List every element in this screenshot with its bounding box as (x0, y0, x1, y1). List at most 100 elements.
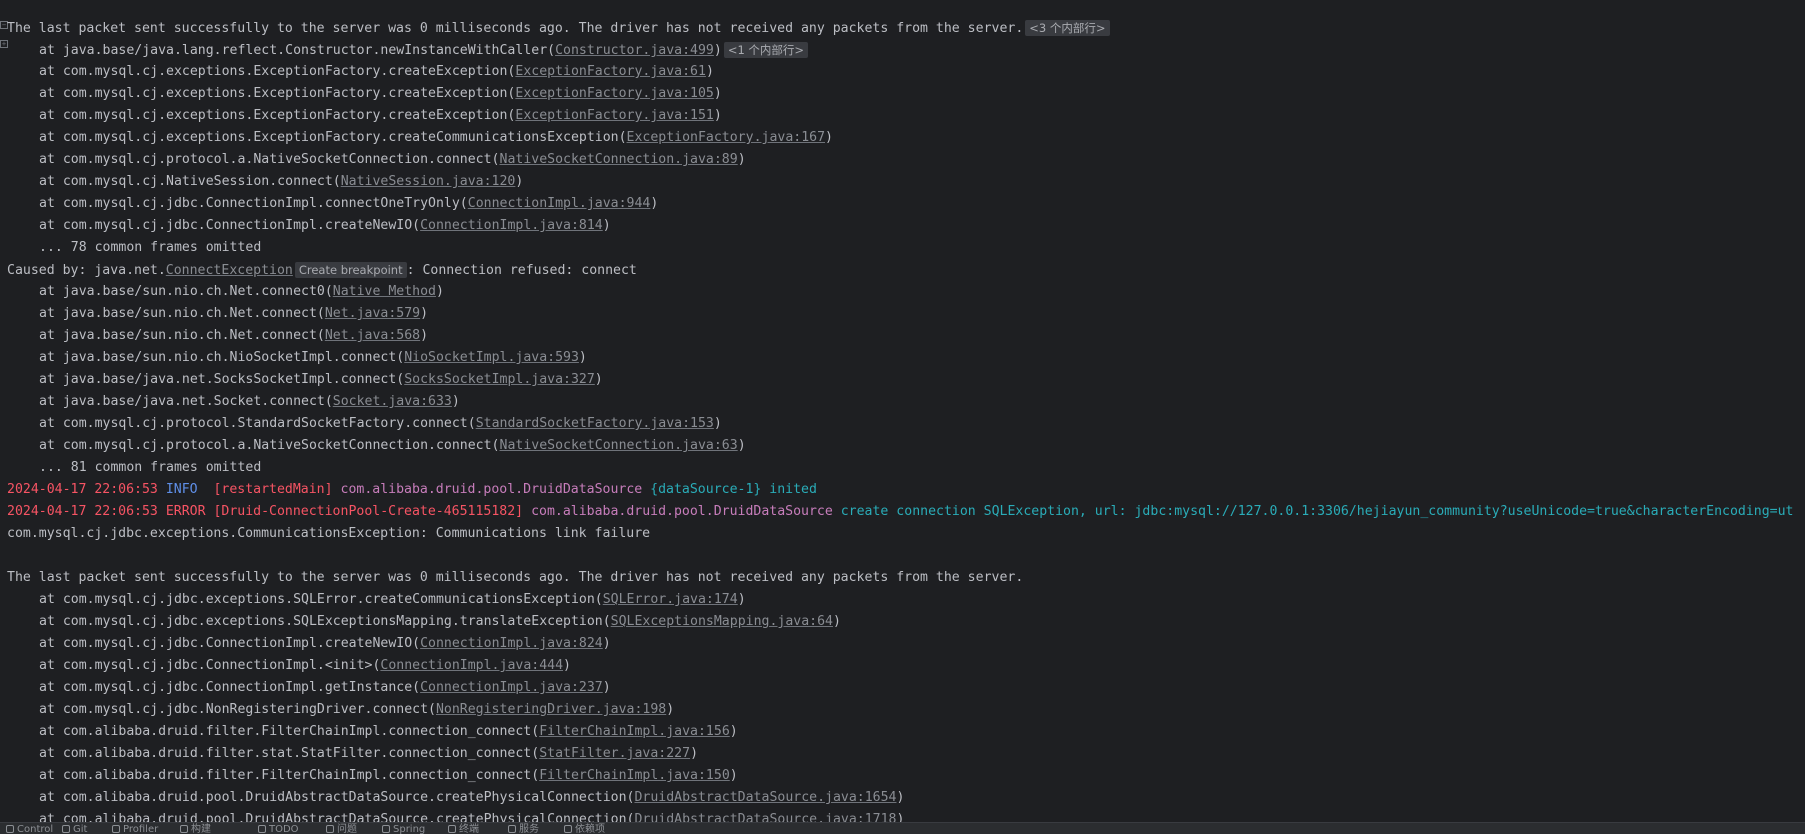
stack-frame: at java.base/java.net.SocksSocketImpl.co… (39, 372, 603, 387)
stack-frame: at com.mysql.cj.jdbc.ConnectionImpl.getI… (39, 680, 611, 695)
stack-frame: at com.mysql.cj.NativeSession.connect(Na… (39, 174, 524, 189)
source-link[interactable]: DruidAbstractDataSource.java:1718 (634, 812, 896, 822)
tool-window-icon (180, 825, 188, 833)
stack-frame: at com.mysql.cj.exceptions.ExceptionFact… (39, 130, 833, 145)
tool-window-icon (112, 825, 120, 833)
source-link[interactable]: ConnectionImpl.java:237 (420, 680, 603, 695)
source-link[interactable]: ExceptionFactory.java:105 (515, 86, 714, 101)
tool-window-tab[interactable]: 终端 (448, 824, 479, 834)
console-line: The last packet sent successfully to the… (7, 17, 1805, 39)
tool-window-label: 终端 (459, 824, 479, 834)
source-link[interactable]: SocksSocketImpl.java:327 (404, 372, 595, 387)
console-output: − + The last packet sent successfully to… (0, 0, 1805, 822)
stack-frame: at com.mysql.cj.protocol.StandardSocketF… (39, 416, 722, 431)
stack-frame: at com.mysql.cj.jdbc.exceptions.SQLExcep… (39, 614, 841, 629)
stack-frame: at com.mysql.cj.jdbc.ConnectionImpl.crea… (39, 636, 611, 651)
stack-frame: at com.alibaba.druid.filter.FilterChainI… (39, 768, 738, 783)
source-link[interactable]: SQLExceptionsMapping.java:64 (611, 614, 833, 629)
source-link[interactable]: Native Method (333, 284, 436, 299)
log-level: INFO (165, 482, 206, 497)
log-level: ERROR (165, 504, 206, 519)
stack-frame: at com.mysql.cj.exceptions.ExceptionFact… (39, 64, 714, 79)
source-link[interactable]: NativeSocketConnection.java:63 (500, 438, 738, 453)
source-link[interactable]: NioSocketImpl.java:593 (404, 350, 579, 365)
source-link[interactable]: ExceptionFactory.java:151 (515, 108, 714, 123)
tool-window-label: Spring (393, 824, 426, 834)
log-thread: [restartedMain] (213, 482, 333, 497)
log-logger: com.alibaba.druid.pool.DruidDataSource (340, 482, 643, 497)
tool-window-icon (508, 825, 516, 833)
stack-frame: at java.base/java.net.Socket.connect(Soc… (39, 394, 460, 409)
source-link[interactable]: FilterChainImpl.java:150 (539, 768, 730, 783)
console-line: The last packet sent successfully to the… (7, 570, 1024, 585)
tool-window-tab[interactable]: TODO (258, 824, 299, 834)
stack-frame: at com.alibaba.druid.filter.FilterChainI… (39, 724, 738, 739)
source-link[interactable]: SQLError.java:174 (603, 592, 738, 607)
source-link[interactable]: Constructor.java:499 (555, 43, 714, 58)
source-link[interactable]: StandardSocketFactory.java:153 (476, 416, 714, 431)
create-breakpoint-button[interactable]: Create breakpoint (294, 262, 407, 278)
stack-frame: at com.mysql.cj.protocol.a.NativeSocketC… (39, 152, 746, 167)
stack-frame: at com.alibaba.druid.pool.DruidAbstractD… (7, 809, 1805, 822)
source-link[interactable]: NativeSession.java:120 (341, 174, 516, 189)
exception-line: com.mysql.cj.jdbc.exceptions.Communicati… (7, 526, 651, 541)
tool-window-tab[interactable]: Git (62, 824, 87, 834)
tool-window-tab[interactable]: 问题 (326, 824, 357, 834)
stack-frame: at java.base/sun.nio.ch.Net.connect(Net.… (39, 328, 429, 343)
tool-window-bar: Control Git Profiler 构建 TODO 问题 Spring 终端 服务 依赖项 (0, 822, 1805, 834)
log-thread: [Druid-ConnectionPool-Create-465115182] (213, 504, 524, 519)
source-link[interactable]: ConnectionImpl.java:814 (420, 218, 603, 233)
source-link[interactable]: Net.java:568 (325, 328, 420, 343)
log-message: {dataSource-1} inited (650, 482, 817, 497)
tool-window-label: 依赖项 (575, 824, 605, 834)
tool-window-label: TODO (269, 824, 299, 834)
source-link[interactable]: Net.java:579 (325, 306, 420, 321)
omitted-frames: ... 78 common frames omitted (39, 240, 262, 255)
source-link[interactable]: ConnectionImpl.java:444 (380, 658, 563, 673)
tool-window-icon (258, 825, 266, 833)
source-link[interactable]: ExceptionFactory.java:61 (515, 64, 706, 79)
log-timestamp: 2024-04-17 22:06:53 (7, 504, 158, 519)
stack-frame: at com.alibaba.druid.pool.DruidAbstractD… (39, 790, 905, 805)
source-link[interactable]: StatFilter.java:227 (539, 746, 690, 761)
source-link[interactable]: FilterChainImpl.java:156 (539, 724, 730, 739)
log-message: create connection SQLException, url: jdb… (840, 504, 1794, 519)
stack-frame: at com.mysql.cj.jdbc.NonRegisteringDrive… (39, 702, 675, 717)
tool-window-tab[interactable]: Control (6, 824, 53, 834)
tool-window-icon (382, 825, 390, 833)
log-line-info: 2024-04-17 22:06:53 INFO [restartedMain]… (7, 479, 1805, 501)
folded-lines-hint[interactable]: <3 个内部行> (1025, 20, 1110, 36)
stack-frame: at com.mysql.cj.jdbc.ConnectionImpl.conn… (39, 196, 659, 211)
stack-frame: at com.mysql.cj.jdbc.ConnectionImpl.crea… (39, 218, 611, 233)
stack-frame: at com.mysql.cj.jdbc.exceptions.SQLError… (39, 592, 746, 607)
tool-window-tab[interactable]: Spring (382, 824, 425, 834)
stack-frame: at java.base/sun.nio.ch.Net.connect0(Nat… (39, 284, 444, 299)
stack-frame: at com.mysql.cj.jdbc.ConnectionImpl.<ini… (39, 658, 571, 673)
console-lines: The last packet sent successfully to the… (7, 17, 1805, 822)
source-link[interactable]: NativeSocketConnection.java:89 (500, 152, 738, 167)
tool-window-label: 服务 (519, 824, 539, 834)
stack-frame: at com.mysql.cj.exceptions.ExceptionFact… (39, 108, 722, 123)
tool-window-tab[interactable]: Profiler (112, 824, 158, 834)
tool-window-label: 构建 (191, 824, 211, 834)
source-link[interactable]: ConnectionImpl.java:824 (420, 636, 603, 651)
source-link[interactable]: NonRegisteringDriver.java:198 (436, 702, 666, 717)
stack-frame: at java.base/java.lang.reflect.Construct… (7, 39, 1805, 61)
tool-window-label: Profiler (123, 824, 159, 834)
tool-window-icon (448, 825, 456, 833)
tool-window-icon (564, 825, 572, 833)
tool-window-tab[interactable]: 构建 (180, 824, 211, 834)
stack-frame: at com.mysql.cj.protocol.a.NativeSocketC… (39, 438, 746, 453)
source-link[interactable]: DruidAbstractDataSource.java:1654 (634, 790, 896, 805)
fold-gutter: − + (0, 0, 8, 822)
omitted-frames: ... 81 common frames omitted (39, 460, 262, 475)
folded-lines-hint[interactable]: <1 个内部行> (723, 42, 809, 58)
source-link[interactable]: ExceptionFactory.java:167 (627, 130, 826, 145)
tool-window-icon (62, 825, 70, 833)
source-link[interactable]: ConnectionImpl.java:944 (468, 196, 651, 211)
tool-window-tab[interactable]: 依赖项 (564, 824, 605, 834)
source-link[interactable]: Socket.java:633 (333, 394, 452, 409)
tool-window-tab[interactable]: 服务 (508, 824, 539, 834)
exception-link[interactable]: ConnectException (166, 263, 293, 278)
